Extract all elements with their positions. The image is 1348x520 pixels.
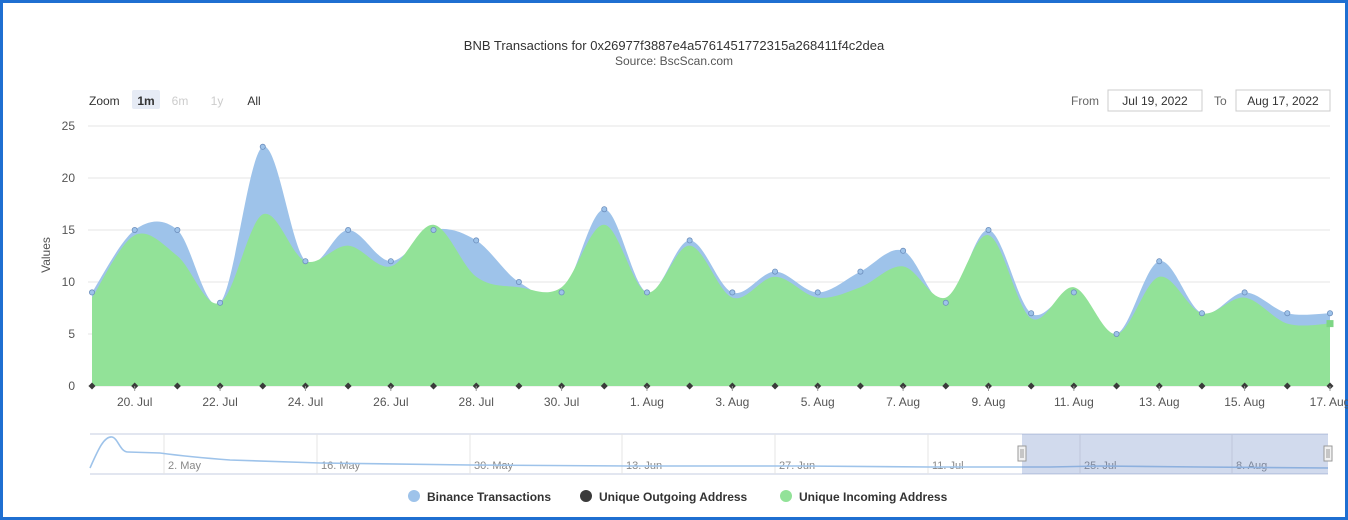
from-label: From xyxy=(1071,94,1099,108)
x-tick-label: 24. Jul xyxy=(288,395,323,409)
from-date-value: Jul 19, 2022 xyxy=(1122,94,1188,108)
x-tick-label: 1. Aug xyxy=(630,395,664,409)
binance-transactions-point xyxy=(900,247,907,254)
binance-transactions-point xyxy=(473,237,480,244)
x-tick-label: 11. Aug xyxy=(1054,395,1094,409)
zoom-button-label: 6m xyxy=(172,94,189,108)
navigator-selection[interactable] xyxy=(1022,434,1328,474)
binance-transactions-point xyxy=(1156,258,1163,265)
legend-item[interactable]: Unique Incoming Address xyxy=(780,490,948,504)
y-tick-label: 20 xyxy=(62,171,76,185)
to-date-value: Aug 17, 2022 xyxy=(1247,94,1319,108)
x-tick-label: 5. Aug xyxy=(801,395,835,409)
zoom-button-1y[interactable]: 1y xyxy=(211,94,224,108)
binance-transactions-point xyxy=(89,289,96,296)
y-tick-label: 15 xyxy=(62,223,76,237)
series-area-unique-incoming-address xyxy=(92,213,1330,386)
y-tick-label: 0 xyxy=(68,379,75,393)
binance-transactions-point xyxy=(345,226,352,233)
zoom-label: Zoom xyxy=(89,94,120,108)
zoom-buttons: 1m 6m 1y All xyxy=(132,90,261,109)
to-label: To xyxy=(1214,94,1227,108)
binance-transactions-point xyxy=(259,143,266,150)
binance-transactions-point xyxy=(558,289,565,296)
handle-body[interactable] xyxy=(1323,445,1333,462)
x-tick-label: 13. Aug xyxy=(1139,395,1180,409)
binance-transactions-point xyxy=(686,237,693,244)
x-tick-label: 15. Aug xyxy=(1224,395,1265,409)
zoom-button-label: 1y xyxy=(211,94,224,108)
to-date-input[interactable]: Aug 17, 2022 xyxy=(1235,89,1331,112)
y-tick-label: 10 xyxy=(62,275,76,289)
navigator-tick-label: 16. May xyxy=(321,460,361,472)
x-tick-label: 28. Jul xyxy=(459,395,494,409)
binance-transactions-point xyxy=(772,268,779,275)
legend-item[interactable]: Unique Outgoing Address xyxy=(580,490,748,504)
y-tick-label: 5 xyxy=(68,327,75,341)
zoom-button-label: 1m xyxy=(137,94,154,108)
x-tick-label: 20. Jul xyxy=(117,395,152,409)
binance-transactions-point xyxy=(387,258,394,265)
handle-body[interactable] xyxy=(1017,445,1027,462)
y-axis-label: Values xyxy=(39,237,53,273)
legend-label: Unique Outgoing Address xyxy=(599,490,748,504)
binance-transactions-point xyxy=(1070,289,1077,296)
zoom-button-6m[interactable]: 6m xyxy=(172,94,189,108)
legend-marker xyxy=(780,490,792,502)
binance-transactions-point xyxy=(1113,330,1120,337)
binance-transactions-point xyxy=(1327,310,1334,317)
from-date-input[interactable]: Jul 19, 2022 xyxy=(1107,89,1203,112)
chart-svg: BNB Transactions for 0x26977f3887e4a5761… xyxy=(39,38,1348,504)
zoom-button-1m[interactable]: 1m xyxy=(132,90,160,109)
binance-transactions-point xyxy=(174,226,181,233)
navigator-right-handle[interactable] xyxy=(1323,445,1333,462)
zoom-button-all[interactable]: All xyxy=(247,94,260,108)
navigator[interactable]: 2. May 16. May 30. May 13. Jun 27. Jun 11. Ju… xyxy=(89,433,1333,475)
x-tick-label: 26. Jul xyxy=(373,395,408,409)
binance-transactions-point xyxy=(515,278,522,285)
x-tick-label: 9. Aug xyxy=(971,395,1005,409)
binance-transactions-point xyxy=(1241,289,1248,296)
binance-transactions-point xyxy=(430,226,437,233)
navigator-left-handle[interactable] xyxy=(1017,445,1027,462)
x-tick-label: 30. Jul xyxy=(544,395,579,409)
binance-transactions-point xyxy=(1198,310,1205,317)
binance-transactions-point xyxy=(643,289,650,296)
binance-transactions-point xyxy=(131,226,138,233)
chart-subtitle: Source: BscScan.com xyxy=(615,54,733,68)
series-areas xyxy=(92,146,1330,386)
chart-title: BNB Transactions for 0x26977f3887e4a5761… xyxy=(464,38,885,53)
legend-item[interactable]: Binance Transactions xyxy=(408,490,551,504)
x-axis-ticks: 20. Jul 22. Jul 24. Jul 26. Jul 28. Jul 30. J… xyxy=(117,386,1348,409)
y-tick-label: 25 xyxy=(62,119,76,133)
x-tick-label: 7. Aug xyxy=(886,395,920,409)
binance-transactions-point xyxy=(601,206,608,213)
x-tick-label: 3. Aug xyxy=(715,395,749,409)
legend-marker xyxy=(580,490,592,502)
binance-transactions-point xyxy=(814,289,821,296)
x-tick-label: 17. Aug xyxy=(1310,395,1348,409)
binance-transactions-point xyxy=(942,299,949,306)
binance-transactions-point xyxy=(1284,310,1291,317)
binance-transactions-point xyxy=(729,289,736,296)
navigator-tick-label: 11. Jul xyxy=(932,460,964,472)
legend: Binance Transactions Unique Outgoing Addr… xyxy=(408,490,948,504)
legend-marker xyxy=(408,490,420,502)
legend-label: Unique Incoming Address xyxy=(799,490,948,504)
zoom-button-label: All xyxy=(247,94,260,108)
navigator-tick-label: 2. May xyxy=(168,460,202,472)
binance-transactions-point xyxy=(217,299,224,306)
y-axis-ticks: 0 5 10 15 20 25 xyxy=(62,119,76,393)
binance-transactions-point xyxy=(1028,310,1035,317)
unique-incoming-address-point xyxy=(1326,320,1334,328)
binance-transactions-point xyxy=(985,226,992,233)
legend-label: Binance Transactions xyxy=(427,490,551,504)
binance-transactions-point xyxy=(857,268,864,275)
binance-transactions-point xyxy=(302,258,309,265)
x-tick-label: 22. Jul xyxy=(202,395,237,409)
